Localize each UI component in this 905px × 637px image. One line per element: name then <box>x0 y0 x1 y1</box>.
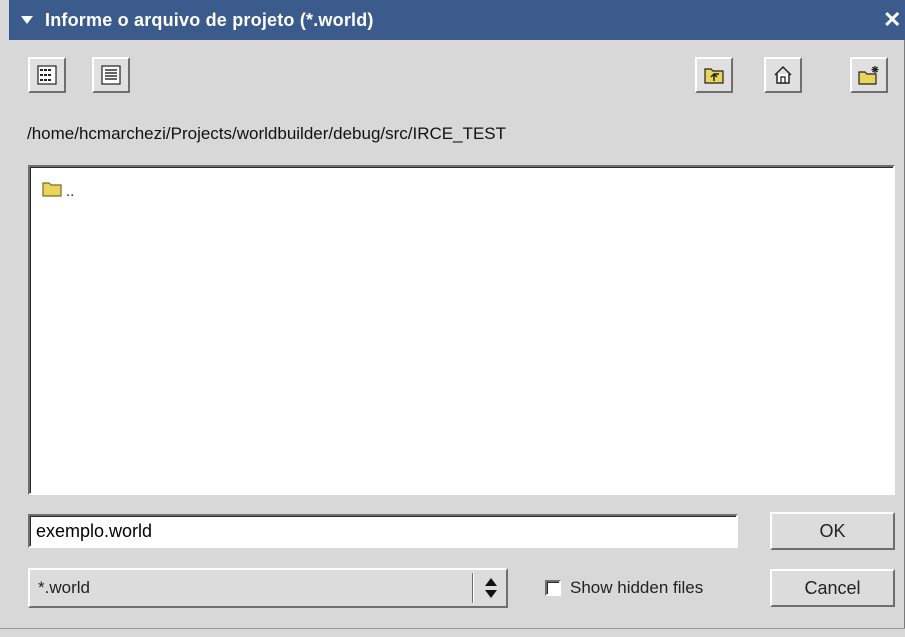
up-down-arrows-icon <box>485 578 497 598</box>
new-folder-icon <box>858 66 879 85</box>
detail-view-icon <box>101 65 121 85</box>
new-folder-button[interactable] <box>850 57 888 93</box>
file-type-select[interactable]: *.world <box>28 568 508 608</box>
file-type-value: *.world <box>38 578 90 597</box>
select-divider <box>472 573 474 603</box>
dialog-title: Informe o arquivo de projeto (*.world) <box>45 9 374 30</box>
window-menu-icon[interactable] <box>21 16 33 24</box>
show-hidden-label: Show hidden files <box>570 578 704 597</box>
home-button[interactable] <box>764 57 802 93</box>
list-view-button[interactable] <box>28 57 66 93</box>
detail-view-button[interactable] <box>92 57 130 93</box>
window-bottom-edge <box>0 628 905 637</box>
close-icon[interactable]: ✕ <box>883 9 905 31</box>
folder-up-icon <box>704 68 724 84</box>
folder-icon <box>42 181 62 197</box>
list-item[interactable]: .. <box>42 177 74 200</box>
home-icon <box>774 65 792 84</box>
filename-input[interactable] <box>28 514 738 548</box>
file-dialog: Informe o arquivo de projeto (*.world) ✕ <box>0 0 905 637</box>
file-list[interactable]: .. <box>28 165 895 495</box>
cancel-button[interactable]: Cancel <box>770 569 895 607</box>
show-hidden-checkbox[interactable]: Show hidden files <box>545 578 703 598</box>
list-view-icon <box>37 65 57 85</box>
current-path: /home/hcmarchezi/Projects/worldbuilder/d… <box>27 124 507 143</box>
parent-folder-button[interactable] <box>695 57 733 93</box>
title-bar[interactable]: Informe o arquivo de projeto (*.world) ✕ <box>9 0 905 40</box>
checkbox-box[interactable] <box>545 580 561 596</box>
file-name: .. <box>66 183 75 200</box>
ok-button[interactable]: OK <box>770 512 895 550</box>
